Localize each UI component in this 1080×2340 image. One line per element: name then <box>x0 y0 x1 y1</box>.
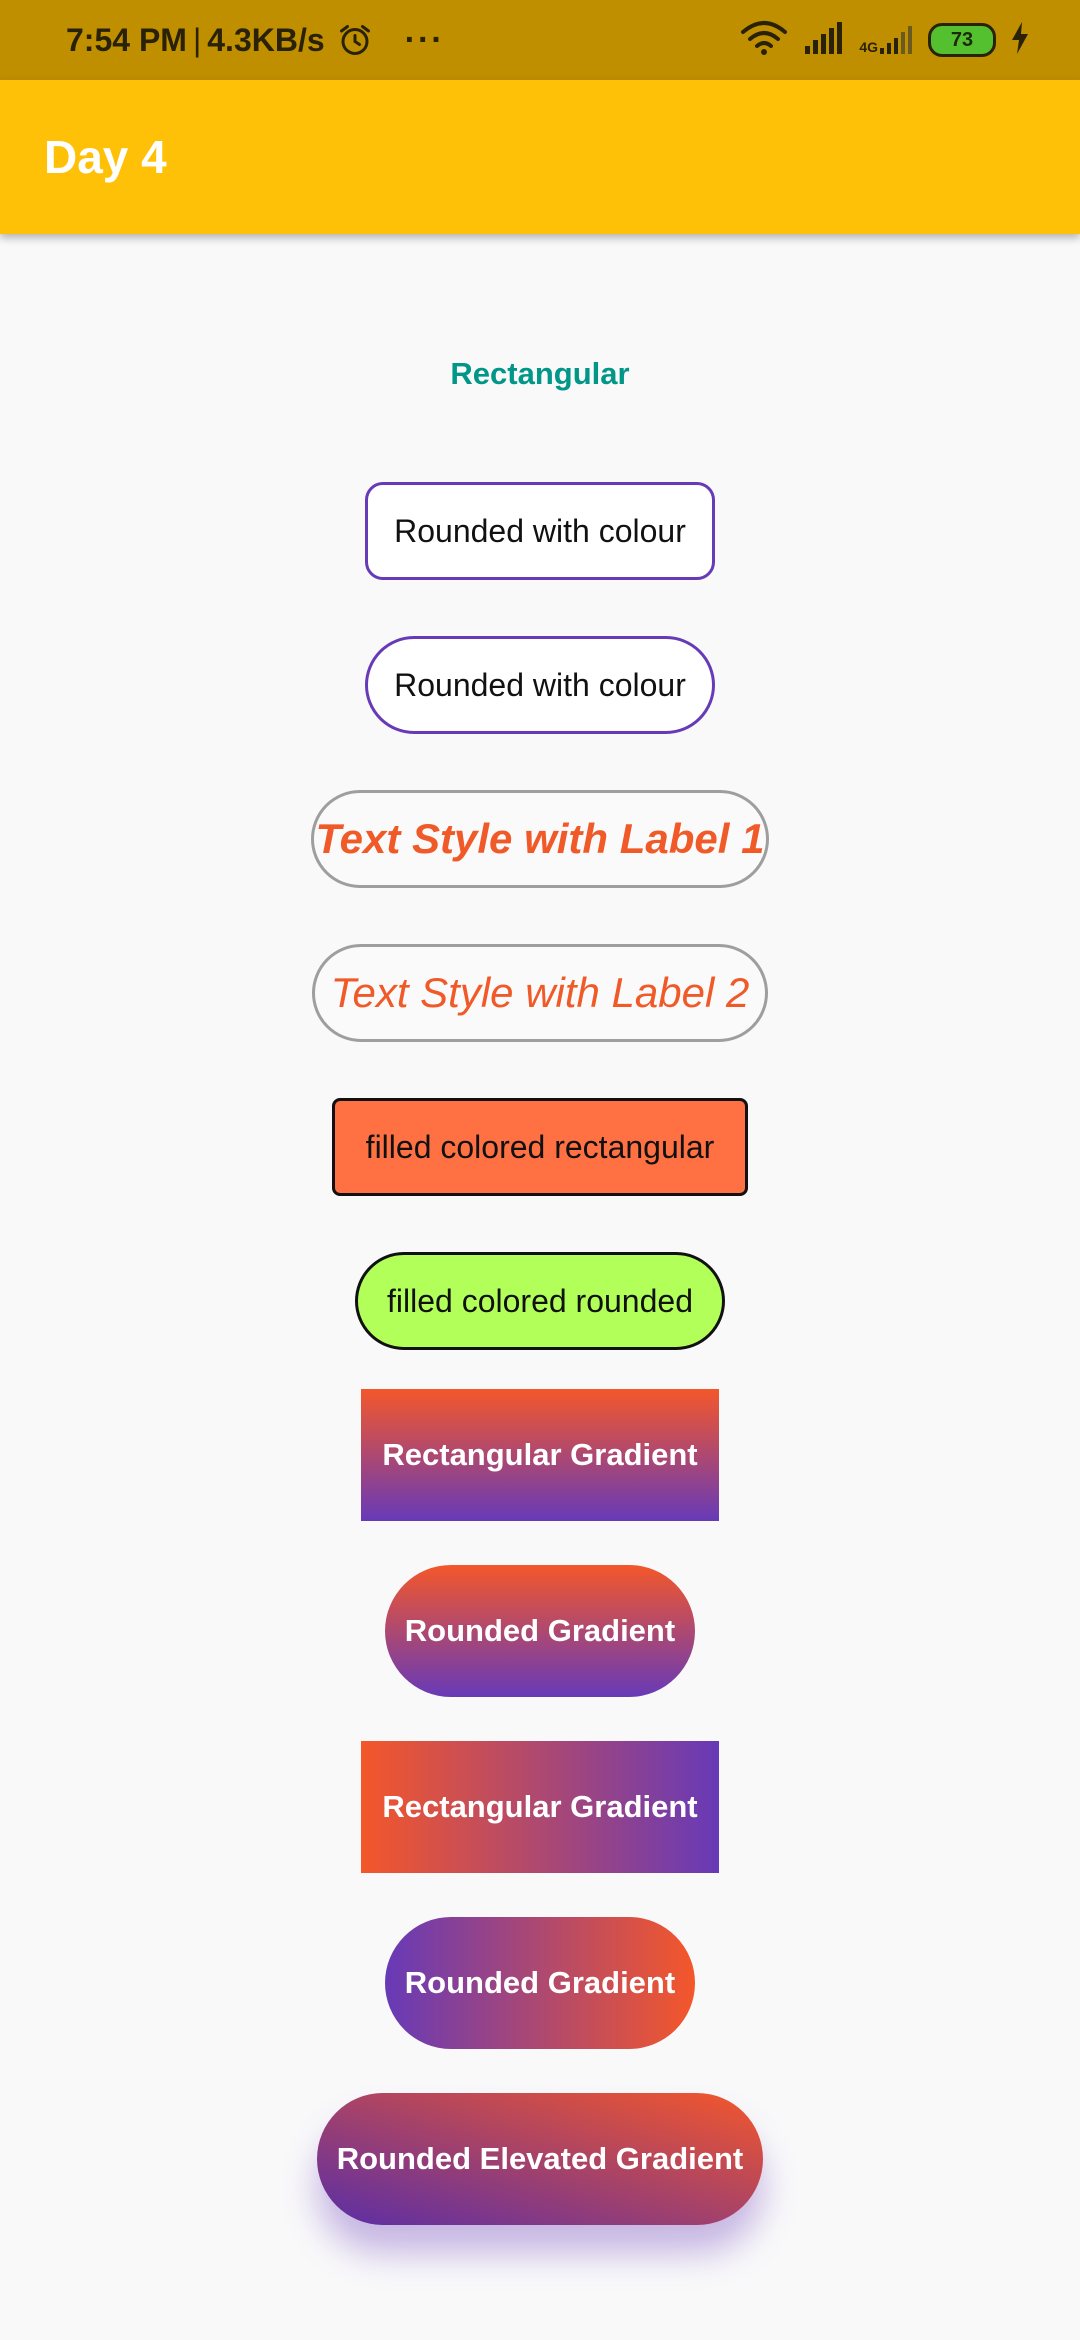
rounded-elevated-gradient-button[interactable]: Rounded Elevated Gradient <box>317 2093 763 2225</box>
status-right: 4G 73 <box>725 0 1030 80</box>
status-bar: 7:54 PM | 4.3KB/s ··· 4G 73 <box>0 0 1080 80</box>
rounded-colour-outline-button[interactable]: Rounded with colour <box>365 482 715 580</box>
rounded-gradient-vertical-button[interactable]: Rounded Gradient <box>385 1565 695 1697</box>
rectangular-text-button[interactable]: Rectangular <box>410 334 670 414</box>
battery-level: 73 <box>928 23 996 57</box>
app-bar: Day 4 <box>0 80 1080 234</box>
signal-icon <box>803 21 845 59</box>
more-notifications-icon: ··· <box>404 20 445 59</box>
battery-icon: 73 <box>928 23 996 57</box>
network-speed: 4.3KB/s <box>207 21 325 58</box>
wifi-icon <box>739 20 789 61</box>
status-left: 7:54 PM | 4.3KB/s ··· <box>66 0 445 80</box>
status-separator: | <box>192 21 202 58</box>
rectangular-gradient-vertical-button[interactable]: Rectangular Gradient <box>361 1389 719 1521</box>
rectangular-gradient-horizontal-button[interactable]: Rectangular Gradient <box>361 1741 719 1873</box>
status-time: 7:54 PM <box>66 21 187 58</box>
stadium-colour-outline-button[interactable]: Rounded with colour <box>365 636 715 734</box>
rounded-gradient-horizontal-button[interactable]: Rounded Gradient <box>385 1917 695 2049</box>
app-title: Day 4 <box>44 131 167 183</box>
text-style-label-1-button[interactable]: Text Style with Label 1 <box>311 790 769 888</box>
text-style-label-2-button[interactable]: Text Style with Label 2 <box>312 944 768 1042</box>
charging-icon <box>1010 21 1030 59</box>
filled-rounded-button[interactable]: filled colored rounded <box>355 1252 725 1350</box>
button-list: Rectangular Rounded with colour Rounded … <box>0 234 1080 2340</box>
network-type-label: 4G <box>859 39 878 55</box>
filled-rectangular-button[interactable]: filled colored rectangular <box>332 1098 748 1196</box>
signal-4g-icon: 4G <box>859 26 914 54</box>
alarm-icon <box>337 22 373 58</box>
